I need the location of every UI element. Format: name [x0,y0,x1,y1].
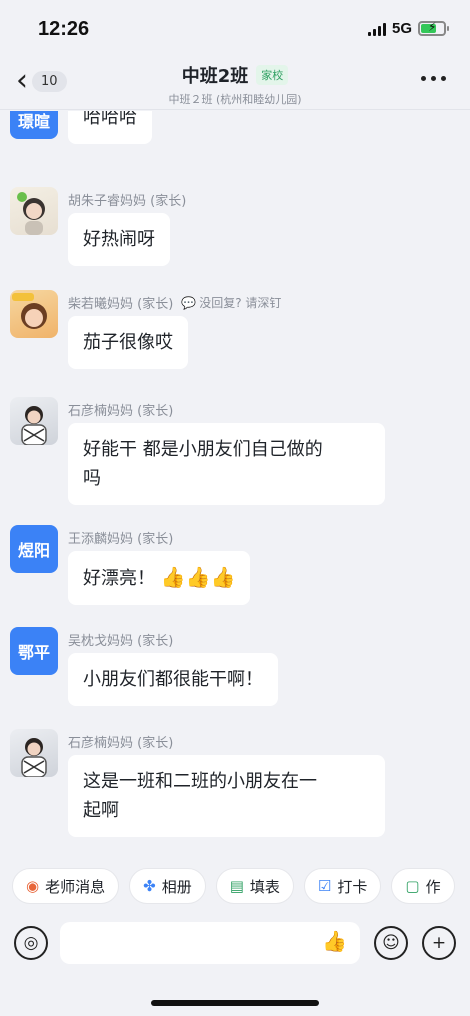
thumbs-up-icon[interactable]: 👍 [322,929,347,953]
message-bubble[interactable]: 茄子很像哎 [68,316,188,369]
pinwheel-icon: ✤ [143,877,156,895]
message-text: 茄子很像哎 [83,332,173,353]
reply-hint[interactable]: 💬 没回复? 请深钉 [181,294,281,311]
avatar[interactable]: 煜阳 [10,525,58,573]
thumbs-up-emoji-icon: 👍👍👍 [160,565,236,589]
home-indicator [151,1000,319,1006]
sender-name: 柴若曦妈妈 (家长) 💬 没回复? 请深钉 [68,294,282,313]
smiley-icon: ☺ [382,933,400,953]
message-bubble[interactable]: 好漂亮！ 👍👍👍 [68,551,251,605]
quick-action-checkin[interactable]: ☑ 打卡 [303,868,382,904]
status-icons: 5G ⚡ [367,20,449,37]
plus-icon: + [431,933,447,953]
avatar-photo-icon [12,293,47,329]
message-text: 吗 [83,468,101,489]
voice-button[interactable]: ◎ [14,926,48,960]
chat-header: ‹ 10 中班2班 家校 中班２班 (杭州和睦幼儿园) [0,58,470,110]
sender-name: 吴枕戈妈妈 (家长) [68,634,174,649]
add-button[interactable]: + [422,926,456,960]
avatar[interactable] [10,290,58,338]
message-text: 哈哈哈 [83,111,137,128]
avatar[interactable] [10,187,58,235]
message-text: 好能干 都是小朋友们自己做的 [83,439,323,460]
more-dots-icon [421,76,426,81]
group-type-tag: 家校 [256,65,289,85]
homework-icon: ▢ [405,877,420,895]
microphone-icon: ◎ [23,933,39,953]
avatar[interactable]: 璟暄 [10,111,58,139]
quick-action-form[interactable]: ▤ 填表 [215,868,294,904]
message-text: 好漂亮！ [83,568,155,589]
message-input[interactable] [60,922,360,964]
sender-name: 石彦楠妈妈 (家长) [68,736,174,751]
network-type: 5G [391,20,412,37]
message-bubble[interactable]: 这是一班和二班的小朋友在一 起啊 [68,755,385,837]
title-area[interactable]: 中班2班 家校 中班２班 (杭州和睦幼儿园) [0,62,470,107]
message-bubble[interactable]: 哈哈哈 [68,111,152,144]
status-time: 12:26 [38,18,90,40]
avatar-photo-icon [21,738,47,777]
avatar[interactable]: 鄂平 [10,627,58,675]
input-bar: ◎ 👍 ☺ + [0,914,470,1016]
form-icon: ▤ [229,877,244,895]
message-bubble[interactable]: 好热闹呀 [68,213,170,266]
sender-name: 胡朱子睿妈妈 (家长) [68,194,187,209]
avatar-photo-icon [17,192,45,235]
checkin-icon: ☑ [317,877,332,895]
message-text: 好热闹呀 [83,229,155,250]
avatar[interactable] [10,397,58,445]
more-options-button[interactable] [421,76,446,81]
battery-icon: ⚡ [418,20,449,36]
chat-title: 中班2班 [181,66,249,87]
quick-actions-bar: ◉ 老师消息 ✤ 相册 ▤ 填表 ☑ 打卡 ▢ 作 [0,858,470,914]
message-text: 小朋友们都很能干啊！ [83,669,263,690]
message-text: 起啊 [83,800,119,821]
message-bubble[interactable]: 好能干 都是小朋友们自己做的 吗 [68,423,385,505]
teacher-icon: ◉ [26,877,40,895]
sender-name: 王添麟妈妈 (家长) [68,532,174,547]
quick-action-teacher-messages[interactable]: ◉ 老师消息 [12,868,120,904]
sender-name: 石彦楠妈妈 (家长) [68,404,174,419]
status-bar: 12:26 5G ⚡ [0,0,470,58]
message-bubble[interactable]: 小朋友们都很能干啊！ [68,653,278,706]
comment-icon: 💬 [181,295,197,310]
emoji-button[interactable]: ☺ [374,926,408,960]
message-text: 这是一班和二班的小朋友在一 [83,771,317,792]
quick-action-album[interactable]: ✤ 相册 [129,868,206,904]
chat-subtitle: 中班２班 (杭州和睦幼儿园) [168,93,302,106]
signal-icon [367,22,386,36]
avatar-photo-icon [21,406,47,445]
avatar[interactable] [10,729,58,777]
quick-action-homework[interactable]: ▢ 作 [391,868,455,904]
message-list[interactable]: 璟暄 哈哈哈 胡朱子睿妈妈 (家长) 好热闹呀 柴若曦妈妈 (家长) 💬 没回复… [0,111,470,853]
